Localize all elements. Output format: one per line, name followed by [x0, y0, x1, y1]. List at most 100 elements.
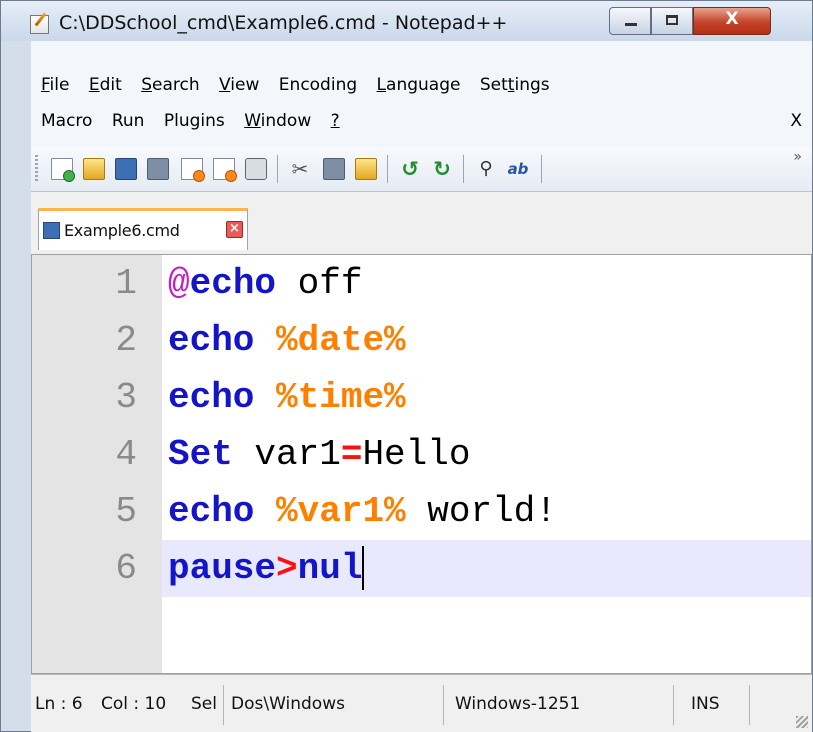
print-icon[interactable]	[245, 158, 267, 180]
code-token: %date%	[276, 320, 406, 361]
minimize-button[interactable]	[609, 7, 651, 35]
toolbar-separator	[541, 155, 542, 183]
close-all-icon[interactable]	[213, 158, 237, 182]
close-file-icon[interactable]	[181, 158, 205, 182]
resize-grip-icon[interactable]	[796, 716, 808, 728]
code-token: off	[276, 263, 363, 304]
notepadpp-icon[interactable]	[30, 15, 49, 34]
status-selection: Sel	[191, 694, 217, 714]
replace-icon[interactable]: ab	[507, 158, 529, 180]
code-token: echo	[168, 320, 255, 361]
minimize-icon	[625, 23, 637, 26]
app-window: C:\DDSchool_cmd\Example6.cmd - Notepad++…	[0, 0, 813, 732]
save-icon[interactable]	[115, 158, 137, 180]
code-token: world!	[405, 491, 557, 532]
open-file-icon[interactable]	[83, 158, 105, 180]
cut-icon[interactable]: ✂	[289, 158, 311, 180]
code-token: pause	[168, 548, 277, 589]
window-left-edge	[1, 41, 31, 731]
toolbar-grip[interactable]	[35, 155, 38, 183]
code-text: echo %date%	[168, 312, 406, 369]
code-token: echo	[189, 263, 277, 304]
new-file-icon[interactable]	[51, 158, 75, 182]
tab-label: Example6.cmd	[64, 221, 180, 240]
menu-row-2: Macro Run Plugins Window ?	[41, 111, 354, 131]
redo-icon[interactable]: ↻	[431, 158, 453, 180]
menu-window[interactable]: Window	[244, 111, 311, 131]
code-line[interactable]: 4 Set var1=Hello	[32, 426, 811, 483]
code-text: @echo off	[168, 255, 362, 312]
code-text: echo %var1% world!	[168, 483, 557, 540]
code-line[interactable]: 5 echo %var1% world!	[32, 483, 811, 540]
tab-close-icon[interactable]: ×	[226, 221, 243, 238]
close-document-button[interactable]: X	[790, 111, 802, 131]
undo-icon[interactable]: ↺	[399, 158, 421, 180]
tab-example6[interactable]: Example6.cmd ×	[38, 208, 248, 250]
menu-run[interactable]: Run	[112, 111, 145, 131]
menu-search[interactable]: Search	[141, 75, 199, 95]
line-number: 4	[115, 434, 137, 475]
code-token: >	[276, 548, 298, 589]
toolbar: ✂ ↺ ↻ ⚲ ab »	[31, 147, 812, 192]
line-number: 2	[115, 320, 137, 361]
code-text: Set var1=Hello	[168, 426, 470, 483]
close-icon: X	[725, 9, 739, 29]
status-separator	[443, 685, 444, 725]
menu-encoding[interactable]: Encoding	[279, 75, 357, 95]
window-title: C:\DDSchool_cmd\Example6.cmd - Notepad++	[59, 12, 508, 34]
close-window-button[interactable]: X	[693, 7, 771, 35]
title-bar[interactable]: C:\DDSchool_cmd\Example6.cmd - Notepad++…	[1, 1, 812, 42]
maximize-button[interactable]	[651, 7, 693, 35]
status-insert-mode[interactable]: INS	[691, 694, 720, 714]
code-token: %time%	[276, 377, 406, 418]
menu-macro[interactable]: Macro	[41, 111, 92, 131]
toolbar-separator	[463, 155, 464, 183]
status-separator	[749, 685, 750, 725]
code-token: Set	[168, 434, 233, 475]
menu-plugins[interactable]: Plugins	[164, 111, 225, 131]
menu-file[interactable]: File	[41, 75, 69, 95]
menu-row-1: File Edit Search View Encoding Language …	[41, 75, 564, 95]
code-text: pause>nul	[168, 540, 365, 597]
status-line: Ln : 6	[35, 694, 83, 714]
code-line[interactable]: 1 @echo off	[32, 255, 811, 312]
code-token: nul	[297, 548, 363, 589]
code-editor[interactable]: 1 @echo off 2 echo %date% 3 echo %time% 4 Set v…	[31, 254, 812, 674]
status-encoding[interactable]: Windows-1251	[455, 694, 580, 714]
status-bar: Ln : 6 Col : 10 Sel Dos\Windows Windows-…	[31, 674, 812, 732]
save-all-icon[interactable]	[147, 158, 169, 180]
toolbar-separator	[387, 155, 388, 183]
menu-language[interactable]: Language	[377, 75, 461, 95]
status-eol-format[interactable]: Dos\Windows	[231, 694, 345, 714]
line-number: 1	[115, 263, 137, 304]
maximize-icon	[666, 15, 678, 25]
code-token: @	[168, 263, 190, 304]
code-token: Hello	[362, 434, 471, 475]
status-separator	[223, 685, 224, 725]
code-token: %var1%	[276, 491, 406, 532]
code-line[interactable]: 6 pause>nul	[32, 540, 811, 597]
menu-view[interactable]: View	[219, 75, 259, 95]
toolbar-separator	[277, 155, 278, 183]
menu-edit[interactable]: Edit	[89, 75, 122, 95]
status-separator	[673, 685, 674, 725]
find-icon[interactable]: ⚲	[475, 158, 497, 180]
code-token: echo	[168, 377, 255, 418]
copy-icon[interactable]	[323, 158, 345, 180]
menu-help[interactable]: ?	[331, 111, 340, 131]
code-token: echo	[168, 491, 255, 532]
paste-icon[interactable]	[355, 158, 377, 180]
code-text: echo %time%	[168, 369, 406, 426]
status-column: Col : 10	[101, 694, 167, 714]
line-number: 3	[115, 377, 137, 418]
code-line[interactable]: 3 echo %time%	[32, 369, 811, 426]
code-line[interactable]: 2 echo %date%	[32, 312, 811, 369]
text-caret	[362, 546, 365, 591]
toolbar-overflow-icon[interactable]: »	[793, 149, 802, 165]
menu-settings[interactable]: Settings	[480, 75, 550, 95]
line-number: 5	[115, 491, 137, 532]
menu-bar: File Edit Search View Encoding Language …	[31, 41, 812, 147]
